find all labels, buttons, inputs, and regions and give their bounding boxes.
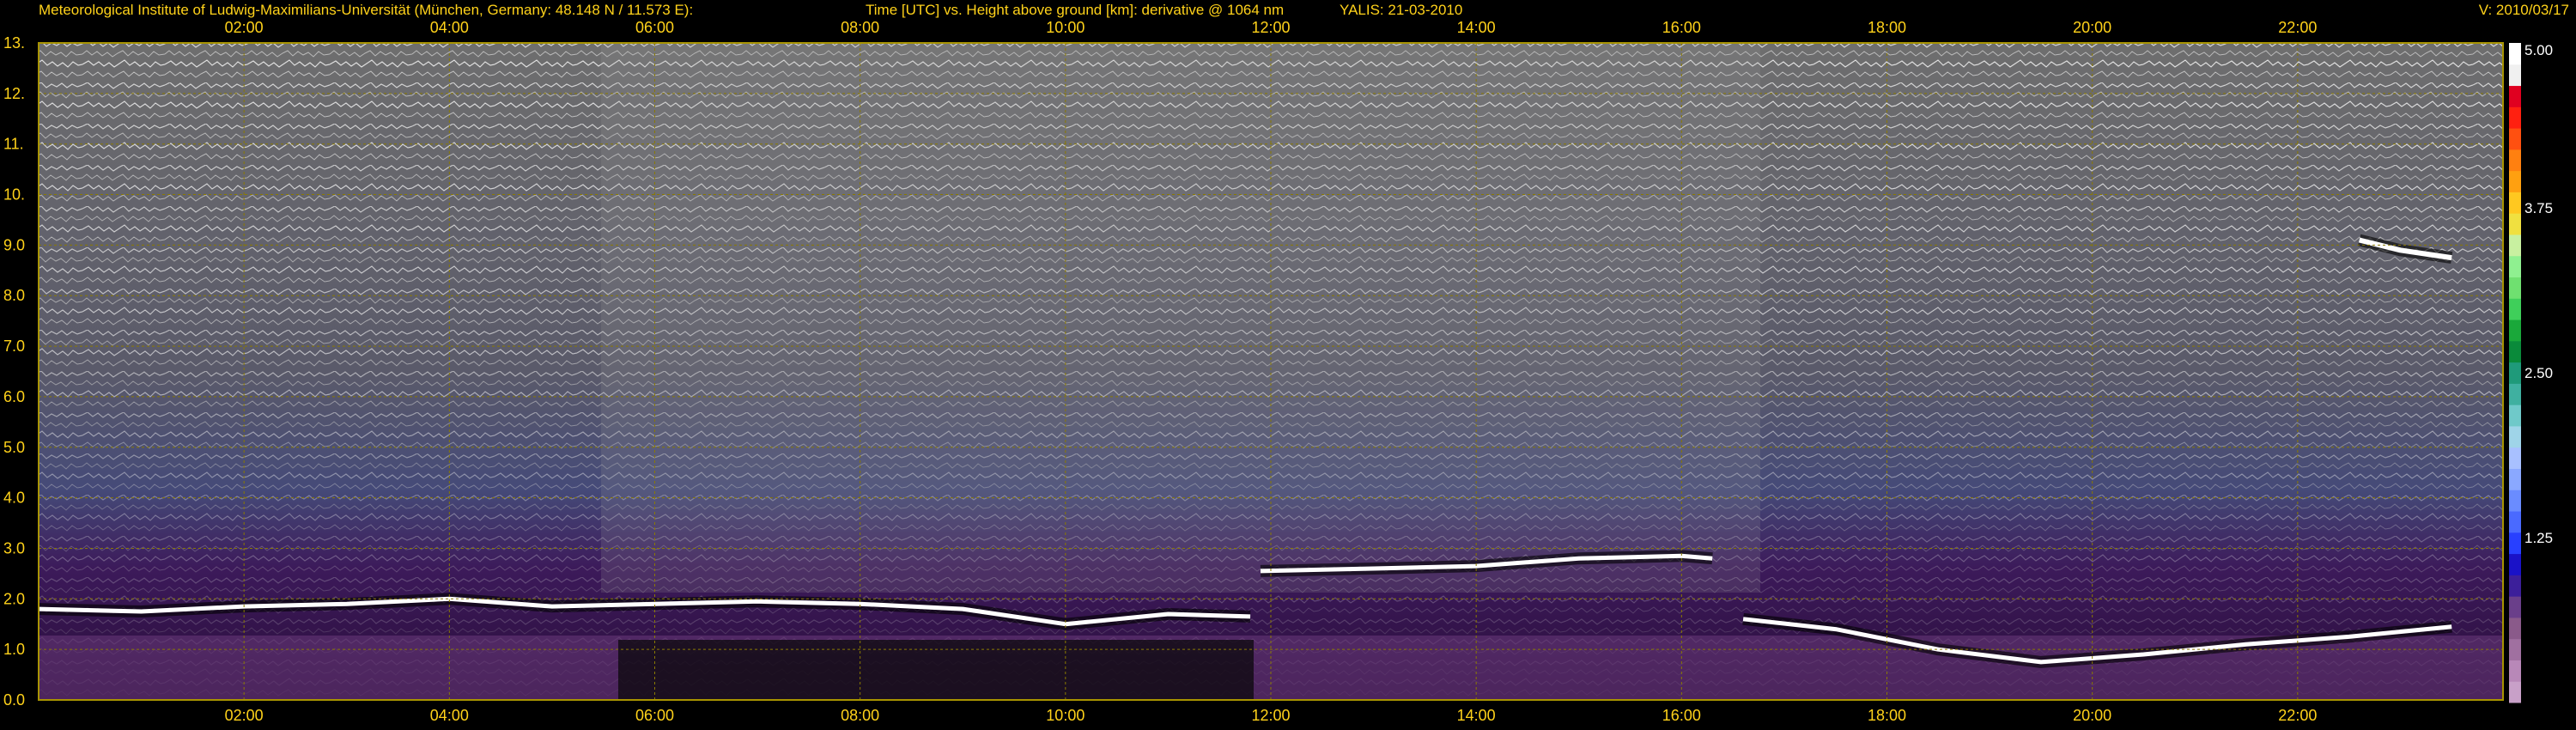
colorbar-tick-label: 1.25 [2524, 530, 2553, 546]
colorbar-swatch [2509, 575, 2521, 597]
x-tick-label-bottom: 10:00 [1046, 707, 1084, 724]
x-tick-label-top: 22:00 [2278, 19, 2317, 36]
y-tick-label: 4.0 [3, 490, 25, 507]
y-tick-label: 5.0 [3, 439, 25, 456]
colorbar-tick-label: 3.75 [2524, 200, 2553, 216]
colorbar-swatch [2509, 638, 2521, 660]
colorbar-swatch [2509, 553, 2521, 575]
x-tick-label-bottom: 14:00 [1457, 707, 1496, 724]
midday-noise-band [601, 43, 1760, 593]
colorbar-swatch [2509, 106, 2521, 129]
y-tick-label: 10. [3, 186, 25, 204]
colorbar-swatch [2509, 43, 2521, 65]
colorbar-swatch [2509, 447, 2521, 469]
y-tick-label: 11. [3, 136, 24, 153]
colorbar-swatch [2509, 319, 2521, 342]
y-tick-label: 8.0 [3, 287, 25, 304]
colorbar-swatch [2509, 425, 2521, 448]
y-tick-label: 6.0 [3, 388, 25, 405]
colorbar-swatch [2509, 255, 2521, 278]
ground-dark-band [618, 640, 1254, 700]
y-tick-label: 9.0 [3, 236, 25, 253]
x-tick-label-top: 20:00 [2073, 19, 2111, 36]
x-tick-label-top: 14:00 [1457, 19, 1496, 36]
colorbar-swatch [2509, 340, 2521, 363]
y-tick-label: 2.0 [3, 590, 25, 607]
colorbar-swatch [2509, 617, 2521, 640]
x-tick-label-top: 12:00 [1251, 19, 1290, 36]
x-tick-label-bottom: 12:00 [1251, 707, 1290, 724]
colorbar-swatch [2509, 362, 2521, 384]
colorbar-swatch [2509, 170, 2521, 192]
colorbar-swatch [2509, 660, 2521, 682]
y-tick-label: 7.0 [3, 338, 25, 355]
colorbar-swatch [2509, 511, 2521, 533]
x-tick-label-bottom: 04:00 [430, 707, 469, 724]
y-tick-label: 1.0 [3, 641, 25, 658]
x-tick-label-bottom: 06:00 [635, 707, 674, 724]
x-tick-label-top: 08:00 [841, 19, 879, 36]
lidar-chart: 02:00 04:00 06:00 08:00 10:00 12:00 14:00 16:00… [3, 19, 2553, 724]
colorbar-swatch [2509, 681, 2521, 703]
x-tick-label-bottom: 18:00 [1868, 707, 1906, 724]
y-tick-label: 0.0 [3, 691, 25, 709]
x-tick-label-bottom: 02:00 [225, 707, 264, 724]
colorbar-swatch [2509, 468, 2521, 490]
colorbar-swatch [2509, 383, 2521, 405]
colorbar-swatch [2509, 596, 2521, 618]
colorbar-swatch [2509, 128, 2521, 150]
colorbar-tick-label: 2.50 [2524, 365, 2553, 381]
x-tick-label-top: 04:00 [430, 19, 469, 36]
x-tick-label-top: 16:00 [1662, 19, 1701, 36]
x-tick-label-top: 02:00 [225, 19, 264, 36]
y-tick-label: 12. [3, 85, 25, 102]
colorbar-tick-label: 5.00 [2524, 42, 2553, 58]
colorbar-swatch [2509, 149, 2521, 172]
colorbar-swatch [2509, 234, 2521, 257]
x-tick-label-top: 06:00 [635, 19, 674, 36]
colorbar-swatch [2509, 277, 2521, 299]
colorbar-swatch [2509, 85, 2521, 107]
colorbar-swatch [2509, 298, 2521, 320]
colorbar-swatch [2509, 213, 2521, 235]
x-tick-label-top: 18:00 [1868, 19, 1906, 36]
colorbar-swatch [2509, 490, 2521, 512]
x-tick-label-bottom: 20:00 [2073, 707, 2111, 724]
x-tick-label-top: 10:00 [1046, 19, 1084, 36]
colorbar-swatch [2509, 405, 2521, 427]
x-tick-label-bottom: 16:00 [1662, 707, 1701, 724]
colorbar-swatch [2509, 532, 2521, 555]
x-tick-label-bottom: 22:00 [2278, 707, 2317, 724]
colorbar-swatch [2509, 192, 2521, 214]
x-tick-label-bottom: 08:00 [841, 707, 879, 724]
y-tick-label: 3.0 [3, 539, 25, 557]
colorbar-swatch [2509, 64, 2521, 87]
y-tick-label: 13. [3, 34, 25, 52]
